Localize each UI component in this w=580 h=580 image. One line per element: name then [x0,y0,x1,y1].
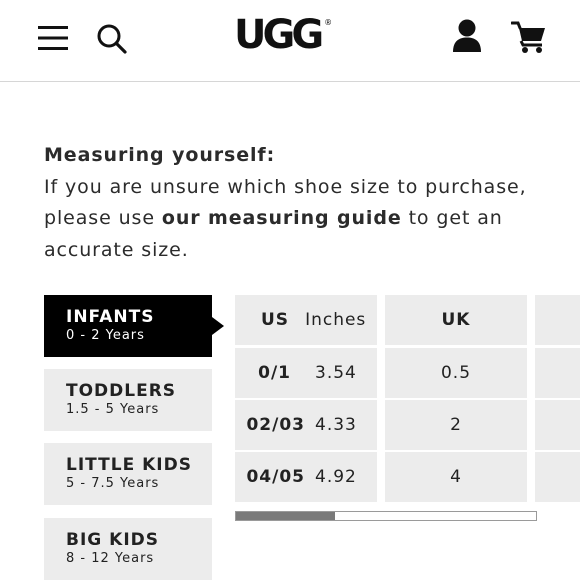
table-row: 0/1 3.54 [235,348,377,398]
inches-value: 4.33 [315,415,357,435]
uk-size-cell: 2 [385,400,527,450]
us-inches-header: US Inches [235,295,377,345]
tab-range: 5 - 7.5 Years [66,476,160,491]
tab-title: INFANTS [66,307,155,327]
intro-line-3: accurate size. [44,238,189,261]
tab-range: 8 - 12 Years [66,551,155,566]
logo-text: UGG [234,12,324,58]
us-size: 04/05 [246,467,305,487]
uk-size-cell: 4 [385,452,527,502]
cart-icon[interactable] [510,20,547,58]
uk-size-cell: 0.5 [385,348,527,398]
us-size: 02/03 [246,415,305,435]
next-column-edge [535,348,580,398]
us-size: 0/1 [258,363,291,383]
inches-value: 3.54 [315,363,357,383]
inches-header: Inches [305,310,367,330]
tab-big-kids[interactable]: BIG KIDS 8 - 12 Years [44,518,212,580]
next-column-edge [535,400,580,450]
tab-title: BIG KIDS [66,530,160,550]
intro-post-link: to get an [401,207,503,229]
uk-size: 0.5 [440,363,472,383]
uk-size: 2 [450,415,462,435]
account-icon[interactable] [452,19,482,57]
intro-line-1: If you are unsure which shoe size to pur… [44,175,527,198]
table-scrollbar[interactable] [235,511,537,521]
search-icon[interactable] [96,23,128,59]
active-tab-pointer [212,317,224,335]
tab-little-kids[interactable]: LITTLE KIDS 5 - 7.5 Years [44,443,212,505]
uk-header: UK [385,295,527,345]
site-header: UGG ® [0,0,580,82]
next-column-edge [535,452,580,502]
uk-header-label: UK [441,310,471,330]
table-row: 04/05 4.92 [235,452,377,502]
scrollbar-thumb[interactable] [236,512,335,520]
tab-toddlers[interactable]: TODDLERS 1.5 - 5 Years [44,369,212,431]
measuring-guide-link[interactable]: our measuring guide [162,207,402,229]
intro-pre-link: please use [44,207,162,229]
us-header: US [261,310,290,330]
table-row: 02/03 4.33 [235,400,377,450]
ugg-logo[interactable]: UGG ® [234,12,332,58]
tab-infants[interactable]: INFANTS 0 - 2 Years [44,295,224,357]
measuring-intro: Measuring yourself: If you are unsure wh… [44,140,544,266]
intro-line-2: please use our measuring guide to get an [44,203,544,235]
inches-value: 4.92 [315,467,357,487]
tab-range: 1.5 - 5 Years [66,402,160,417]
intro-heading: Measuring yourself: [44,144,276,166]
registered-mark: ® [324,18,333,27]
menu-icon[interactable] [38,25,68,55]
next-column-edge [535,295,580,345]
tab-range: 0 - 2 Years [66,328,145,343]
uk-size: 4 [450,467,462,487]
tab-title: TODDLERS [66,381,177,401]
tab-title: LITTLE KIDS [66,455,192,475]
